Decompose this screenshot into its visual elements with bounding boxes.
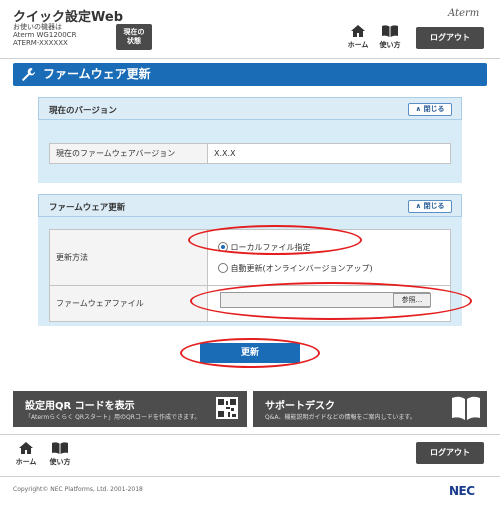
table-row: 現在のファームウェアバージョン X.X.X: [49, 143, 451, 164]
version-section-header[interactable]: 現在のバージョン ∧ 閉じる: [38, 97, 462, 120]
book-icon: [382, 25, 398, 37]
home-nav[interactable]: ホーム: [346, 25, 370, 50]
footer-guide-nav[interactable]: 使い方: [48, 442, 72, 467]
copyright-text: Copyright© NEC Platforms, Ltd. 2001-2018: [13, 486, 143, 493]
update-section-header[interactable]: ファームウェア更新 ∧ 閉じる: [38, 194, 462, 217]
footer-home-label: ホーム: [15, 458, 37, 466]
qr-card-desc: 「Atermらくらく QRスタート」用のQRコードを作成できます。: [25, 414, 201, 421]
footer-home-nav[interactable]: ホーム: [14, 442, 38, 467]
version-section-title: 現在のバージョン: [49, 106, 117, 116]
update-section-title: ファームウェア更新: [49, 203, 126, 213]
firmware-file-label: ファームウェアファイル: [49, 285, 208, 322]
home-icon: [19, 442, 33, 454]
update-close-button[interactable]: ∧ 閉じる: [408, 200, 452, 213]
footer-guide-label: 使い方: [49, 458, 71, 466]
footer-logout-button[interactable]: ログアウト: [416, 442, 484, 464]
support-desk-card[interactable]: サポートデスク Q&A、機能説明ガイドなどの情報をご案内しています。: [253, 391, 487, 427]
support-card-title: サポートデスク: [265, 401, 335, 412]
header: クイック設定Web お使いの機器は Aterm WG1200CR ATERM-X…: [0, 0, 500, 58]
book-icon: [52, 442, 68, 454]
support-card-desc: Q&A、機能説明ガイドなどの情報をご案内しています。: [265, 414, 416, 421]
qr-card-title: 設定用QR コードを表示: [25, 401, 135, 412]
guide-nav[interactable]: 使い方: [378, 25, 402, 50]
version-table: 現在のファームウェアバージョン X.X.X: [49, 143, 451, 164]
wrench-icon: [21, 67, 36, 82]
option-auto-row[interactable]: 自動更新(オンラインバージョンアップ): [218, 263, 450, 274]
version-close-button[interactable]: ∧ 閉じる: [408, 103, 452, 116]
device-line-2: Aterm WG1200CR: [13, 31, 77, 39]
page-title-bar: ファームウェア更新: [13, 63, 487, 86]
page-title: ファームウェア更新: [43, 67, 151, 81]
version-close-label: 閉じる: [423, 105, 445, 113]
firmware-version-label: 現在のファームウェアバージョン: [49, 143, 208, 164]
version-section: 現在のバージョン ∧ 閉じる: [38, 97, 462, 183]
qr-code-icon: [216, 397, 238, 419]
chevron-up-icon: ∧: [415, 105, 422, 113]
logout-button[interactable]: ログアウト: [416, 27, 484, 49]
status-btn-line-2: 状態: [127, 37, 141, 45]
qr-code-card[interactable]: 設定用QR コードを表示 「Atermらくらく QRスタート」用のQRコードを作…: [13, 391, 247, 427]
guide-label: 使い方: [379, 41, 401, 49]
home-icon: [351, 25, 365, 37]
highlight-ellipse-local: [188, 225, 362, 255]
chevron-up-icon: ∧: [415, 202, 422, 210]
update-close-label: 閉じる: [423, 202, 445, 210]
book-icon: [452, 396, 480, 420]
device-line-3: ATERM-XXXXXX: [13, 39, 68, 47]
radio-auto[interactable]: [218, 263, 228, 273]
home-label: ホーム: [347, 41, 369, 49]
nec-logo: NEC: [449, 484, 475, 498]
highlight-ellipse-update: [180, 338, 320, 368]
current-status-button[interactable]: 現在の 状態: [116, 24, 152, 50]
device-info: お使いの機器は Aterm WG1200CR ATERM-XXXXXX: [13, 23, 76, 47]
bottom-divider: [0, 476, 500, 477]
device-line-1: お使いの機器は: [13, 23, 62, 31]
firmware-version-value: X.X.X: [207, 143, 451, 164]
highlight-ellipse-file: [190, 282, 472, 320]
status-btn-line-1: 現在の: [123, 28, 145, 36]
option-auto-label: 自動更新(オンラインバージョンアップ): [230, 263, 373, 273]
footer-divider: [0, 434, 500, 435]
header-divider: [0, 58, 500, 59]
update-method-label: 更新方法: [49, 229, 208, 286]
brand-logo: Aterm: [448, 8, 480, 19]
